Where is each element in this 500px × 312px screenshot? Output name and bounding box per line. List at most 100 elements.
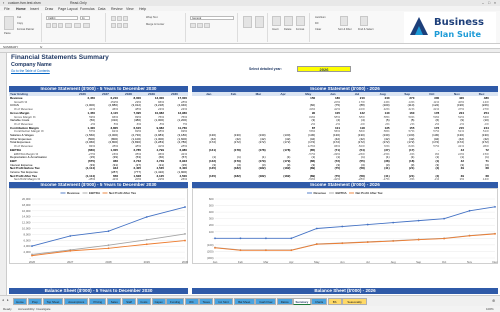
menu-review[interactable]: Review: [111, 7, 122, 11]
merge-center-button[interactable]: Merge & Center: [146, 23, 164, 26]
cut-button[interactable]: Cut: [17, 16, 21, 19]
tab-scroll-left-icon[interactable]: ◂: [2, 298, 4, 302]
tab-summary[interactable]: Summary: [293, 297, 311, 305]
align-right-icon[interactable]: [123, 23, 128, 28]
tab-cash-flow[interactable]: Cash Flow: [255, 297, 277, 305]
insert-cells-icon[interactable]: [272, 16, 281, 26]
font-size-select[interactable]: 11: [80, 16, 90, 20]
align-top-icon[interactable]: [111, 16, 116, 21]
value-cell: -8%: [409, 177, 415, 182]
menu-page-layout[interactable]: Page Layout: [58, 7, 78, 11]
y-tick-label: 2,000: [24, 250, 31, 254]
autosum-button[interactable]: AutoSum: [315, 16, 326, 19]
format-cells-icon[interactable]: [296, 16, 305, 26]
tab-ratios[interactable]: Ratios: [277, 297, 293, 305]
tab-inc-stmt[interactable]: Inc Stmt: [214, 297, 234, 305]
accessibility-status[interactable]: Accessibility: Investigate: [18, 307, 51, 311]
worksheet[interactable]: Financial Statements Summary Company Nam…: [7, 53, 500, 295]
data-point: [107, 244, 110, 247]
data-point: [366, 223, 369, 226]
tab-home[interactable]: Home: [13, 297, 27, 305]
find-select-icon[interactable]: [360, 16, 368, 26]
y-tick-label: 4,000: [24, 244, 31, 248]
currency-icon[interactable]: [190, 23, 196, 28]
tab-taxes[interactable]: Taxes: [199, 297, 214, 305]
insert-label: Insert: [272, 28, 279, 31]
tab-bal-sheet[interactable]: Bal Sheet: [233, 297, 255, 305]
cell-styles-icon[interactable]: [255, 16, 264, 28]
year-select-cell[interactable]: 2026: [297, 66, 351, 72]
tab-staff[interactable]: Staff: [122, 297, 137, 305]
tab-pricing[interactable]: Pricing: [89, 297, 107, 305]
fill-color-icon[interactable]: [74, 23, 81, 28]
menu-help[interactable]: Help: [139, 7, 146, 11]
value-cell: 26%: [180, 177, 187, 182]
clear-button[interactable]: Clear: [315, 28, 321, 31]
menu-insert[interactable]: Insert: [30, 7, 39, 11]
borders-icon[interactable]: [65, 23, 72, 28]
tab-bs[interactable]: BS: [327, 297, 342, 305]
underline-icon[interactable]: [58, 23, 63, 28]
conditional-formatting-icon[interactable]: [243, 16, 252, 28]
tab-capex[interactable]: Capex: [151, 297, 166, 305]
toc-link[interactable]: Go to the Table of Contents: [11, 69, 50, 73]
format-painter-button[interactable]: Format Painter: [17, 28, 34, 31]
data-point: [239, 237, 242, 240]
close-icon[interactable]: ×: [494, 1, 496, 5]
italic-icon[interactable]: [52, 23, 57, 28]
menu-formulas[interactable]: Formulas: [80, 7, 95, 11]
save-icon[interactable]: ▪: [3, 1, 4, 5]
tab-charts[interactable]: Charts: [311, 297, 327, 305]
excel-window: ▪ custom.fsm.test.xlsm Read-Only – □ × F…: [0, 0, 500, 312]
y-tick-label: 16,000: [22, 209, 31, 213]
tab-costs[interactable]: Costs: [136, 297, 151, 305]
paste-icon[interactable]: [4, 16, 14, 30]
tab-sales[interactable]: Sales: [107, 297, 122, 305]
comma-icon[interactable]: [204, 23, 210, 28]
align-middle-icon[interactable]: [117, 16, 122, 21]
percent-icon[interactable]: [197, 23, 203, 28]
tab-scroll-right-icon[interactable]: ▸: [7, 298, 9, 302]
y-tick-label: 600: [209, 197, 214, 201]
select-year-label: Select detailed year:: [249, 67, 282, 71]
align-left-icon[interactable]: [111, 23, 116, 28]
data-point: [145, 216, 148, 218]
menu-data[interactable]: Data: [98, 7, 105, 11]
tab-top-sheet[interactable]: Top Sheet: [42, 297, 64, 305]
data-point: [443, 217, 445, 220]
x-tick-label: 2029: [144, 260, 151, 264]
tab-wc[interactable]: WC: [184, 297, 199, 305]
align-center-icon[interactable]: [117, 23, 122, 28]
menu-home[interactable]: Home: [16, 7, 26, 11]
editing-group: AutoSum Fill Clear Sort & Filter Find & …: [312, 13, 400, 42]
menu-view[interactable]: View: [126, 7, 134, 11]
fill-button[interactable]: Fill: [315, 22, 318, 25]
data-point: [468, 209, 471, 212]
format-label: Format: [296, 28, 305, 31]
align-bottom-icon[interactable]: [123, 16, 128, 21]
font-color-icon[interactable]: [83, 23, 90, 28]
maximize-icon[interactable]: □: [488, 1, 490, 5]
sort-filter-icon[interactable]: [340, 16, 348, 26]
number-format-select[interactable]: General: [190, 16, 234, 20]
series-line-revenue: [215, 206, 496, 239]
value-cell: -45%: [87, 177, 95, 182]
tab-seasonality[interactable]: Seasonality: [342, 297, 367, 305]
wrap-text-button[interactable]: Wrap Text: [146, 16, 158, 19]
delete-cells-icon[interactable]: [284, 16, 293, 26]
copy-button[interactable]: Copy: [17, 22, 23, 25]
y-tick-label: (100): [207, 243, 214, 247]
data-point: [184, 233, 186, 235]
menu-file[interactable]: File: [4, 7, 10, 11]
add-sheet-icon[interactable]: ⊕: [492, 298, 495, 303]
monthly-chart: (300) (200) (100) -100 200 300 400 500 600 Jan Feb…: [192, 188, 498, 264]
minimize-icon[interactable]: –: [482, 1, 484, 5]
tab-prep[interactable]: Prep: [27, 297, 42, 305]
tab-assumptions[interactable]: Assumptions: [64, 297, 89, 305]
y-tick-label: 12,000: [22, 221, 31, 225]
font-name-select[interactable]: Calibri: [46, 16, 78, 20]
tab-funding[interactable]: Funding: [166, 297, 184, 305]
zoom-level[interactable]: 100%: [486, 307, 494, 311]
bold-icon[interactable]: [46, 23, 51, 28]
menu-draw[interactable]: Draw: [45, 7, 53, 11]
